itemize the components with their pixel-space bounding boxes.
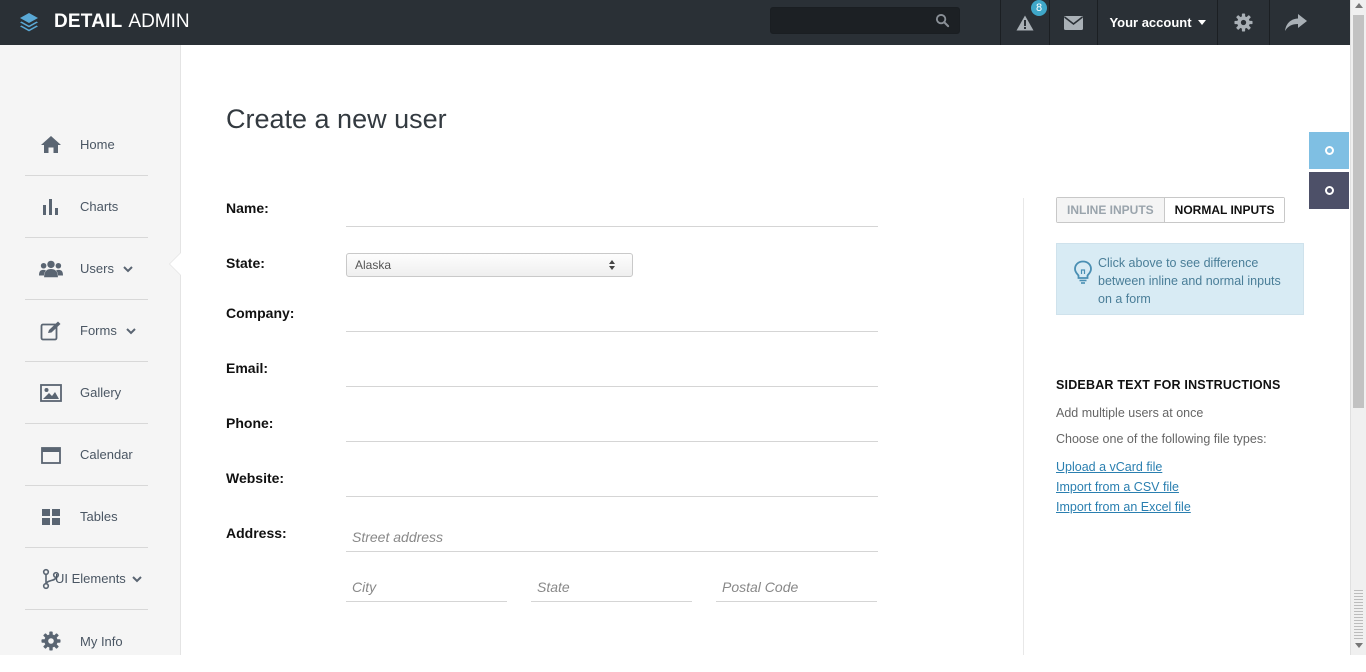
users-icon — [39, 257, 63, 281]
edit-icon — [39, 319, 63, 343]
theme-light-button[interactable] — [1309, 132, 1349, 169]
sidebar-item-label: Calendar — [80, 447, 133, 462]
theme-dark-button[interactable] — [1309, 172, 1349, 209]
top-search-box — [770, 7, 960, 34]
bar-chart-icon — [39, 195, 63, 219]
chevron-down-icon — [123, 265, 133, 272]
instructions-text: Choose one of the following file types: — [1056, 432, 1267, 446]
state-select-value: Alaska — [355, 258, 392, 272]
import-csv-link[interactable]: Import from a CSV file — [1056, 480, 1179, 494]
brand-name-bold: DETAIL — [54, 11, 123, 32]
home-icon — [39, 133, 63, 157]
settings-button[interactable] — [1218, 0, 1269, 45]
messages-button[interactable] — [1050, 0, 1097, 45]
sidebar-item-label: Forms — [80, 323, 117, 338]
caret-down-icon — [1197, 20, 1206, 25]
sidebar-item-forms[interactable]: Forms — [25, 300, 148, 362]
brand-name-light: ADMIN — [128, 11, 190, 32]
company-field[interactable] — [346, 302, 878, 332]
circle-icon — [1324, 186, 1334, 195]
state-select[interactable]: Alaska — [346, 253, 633, 277]
alerts-count-badge: 8 — [1031, 0, 1047, 16]
circle-icon — [1324, 146, 1334, 155]
website-field[interactable] — [346, 467, 878, 497]
sidebar-item-label: Users — [80, 261, 114, 276]
sidebar-item-calendar[interactable]: Calendar — [25, 424, 148, 486]
active-nav-pointer — [170, 253, 181, 275]
logout-button[interactable] — [1270, 0, 1322, 45]
address-label: Address: — [226, 525, 287, 541]
share-arrow-icon — [1285, 13, 1307, 31]
address-state-field[interactable] — [531, 572, 692, 602]
page-scrollbar[interactable] — [1350, 0, 1366, 655]
input-style-toggle: INLINE INPUTS NORMAL INPUTS — [1056, 197, 1286, 223]
warning-icon — [1016, 15, 1034, 30]
calendar-icon — [39, 443, 63, 467]
email-label: Email: — [226, 360, 269, 376]
account-label: Your account — [1109, 15, 1192, 30]
image-icon — [39, 381, 63, 405]
sidebar-item-charts[interactable]: Charts — [25, 176, 148, 238]
inline-inputs-button[interactable]: INLINE INPUTS — [1057, 198, 1165, 222]
normal-inputs-button[interactable]: NORMAL INPUTS — [1164, 198, 1285, 222]
resize-grip — [1354, 590, 1363, 640]
envelope-icon — [1064, 15, 1083, 30]
info-text: Click above to see difference between in… — [1098, 256, 1281, 306]
sidebar-item-label: Gallery — [80, 385, 122, 400]
email-field[interactable] — [346, 357, 878, 387]
chevron-down-icon — [132, 575, 142, 582]
select-arrows-icon — [609, 260, 615, 270]
scroll-up-arrow-icon[interactable] — [1355, 3, 1363, 8]
sidebar-item-label: Charts — [80, 199, 119, 214]
info-alert: Click above to see difference between in… — [1056, 243, 1304, 315]
grid-icon — [39, 505, 63, 529]
street-address-field[interactable] — [346, 522, 878, 552]
phone-field[interactable] — [346, 412, 878, 442]
name-label: Name: — [226, 200, 269, 216]
brand-logo[interactable]: DETAIL ADMIN — [18, 8, 190, 36]
page-title: Create a new user — [226, 104, 447, 134]
upload-vcard-link[interactable]: Upload a vCard file — [1056, 460, 1162, 474]
instructions-text: Add multiple users at once — [1056, 406, 1204, 420]
layers-icon — [20, 13, 38, 32]
sidebar-item-label: Tables — [80, 509, 118, 524]
sidebar-item-ui-elements[interactable]: UI Elements — [25, 548, 148, 610]
sidebar-item-label: Home — [80, 137, 115, 152]
column-divider — [1023, 198, 1024, 655]
scroll-down-arrow-icon[interactable] — [1355, 643, 1363, 648]
sidebar-item-label: My Info — [80, 633, 123, 649]
city-field[interactable] — [346, 572, 507, 602]
sidebar-item-users[interactable]: Users — [25, 238, 148, 300]
search-input[interactable] — [771, 8, 931, 33]
sidebar-item-gallery[interactable]: Gallery — [25, 362, 148, 424]
sidebar-item-my-info[interactable]: My Info — [25, 610, 148, 672]
gear-icon — [1234, 13, 1253, 32]
sidebar-item-home[interactable]: Home — [25, 114, 148, 176]
lightbulb-icon — [1074, 260, 1092, 284]
sidebar-instructions-heading: SIDEBAR TEXT FOR INSTRUCTIONS — [1056, 378, 1281, 392]
chevron-down-icon — [126, 327, 136, 334]
top-navbar: DETAIL ADMIN 8 Your account — [0, 0, 1350, 45]
search-icon[interactable] — [935, 13, 950, 28]
gear-icon — [39, 629, 63, 653]
sidebar-item-label: UI Elements — [55, 571, 126, 586]
scrollbar-thumb[interactable] — [1353, 15, 1364, 408]
company-label: Company: — [226, 305, 295, 321]
sidebar: Home Charts Users Forms Gallery Calendar — [0, 45, 181, 655]
postal-code-field[interactable] — [716, 572, 877, 602]
name-field[interactable] — [346, 197, 878, 227]
sidebar-item-tables[interactable]: Tables — [25, 486, 148, 548]
account-dropdown[interactable]: Your account — [1098, 0, 1217, 45]
website-label: Website: — [226, 470, 285, 486]
phone-label: Phone: — [226, 415, 274, 431]
import-excel-link[interactable]: Import from an Excel file — [1056, 500, 1191, 514]
state-label: State: — [226, 255, 265, 271]
